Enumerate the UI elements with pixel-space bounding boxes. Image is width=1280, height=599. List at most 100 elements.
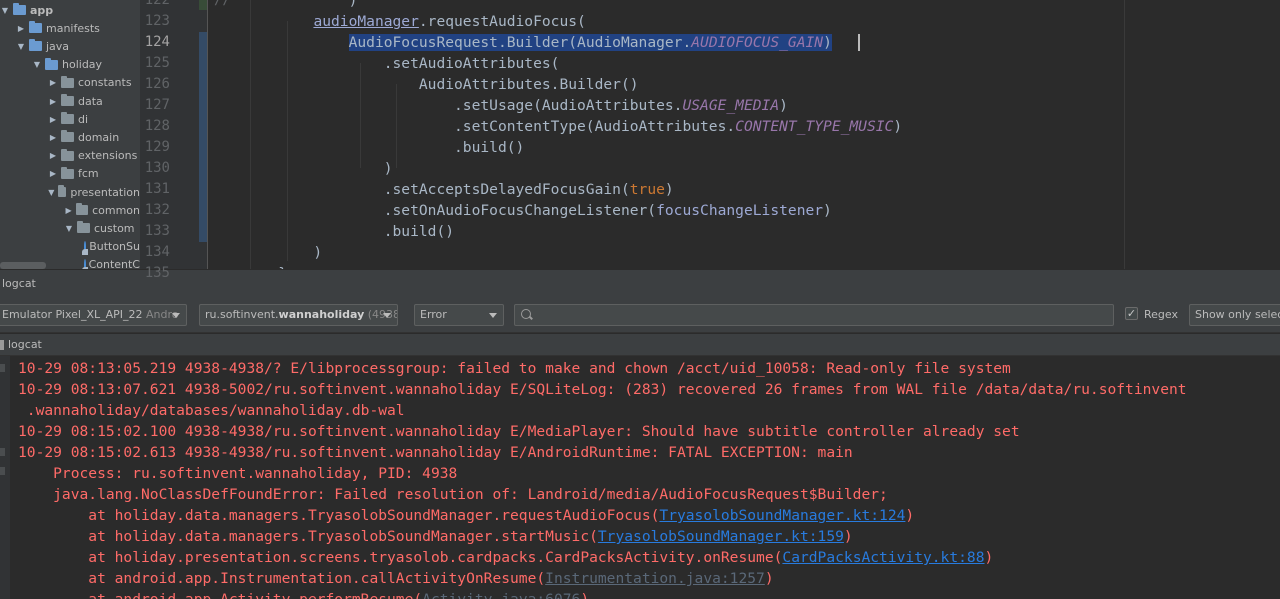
package-icon [61, 130, 74, 143]
line-number[interactable]: 135 [140, 263, 170, 284]
line-number[interactable]: 132 [140, 200, 170, 221]
chevron-right-icon[interactable]: ▶ [48, 97, 58, 106]
stacktrace-link[interactable]: TryasolobSoundManager.kt:159 [598, 528, 844, 545]
line-number[interactable]: 130 [140, 158, 170, 179]
line-number[interactable]: 123 [140, 11, 170, 32]
line-number[interactable]: 124 [140, 32, 170, 53]
tree-item-app[interactable]: ▼ app [0, 1, 140, 19]
log-line: at holiday.data.managers.TryasolobSoundM… [18, 528, 853, 545]
vcs-change-marker[interactable] [199, 0, 207, 10]
package-icon [61, 75, 74, 88]
filter-selector[interactable]: Show only selecte [1189, 304, 1280, 326]
chevron-down-icon[interactable]: ▼ [64, 224, 74, 233]
tree-item-common[interactable]: ▶ common [0, 201, 140, 219]
tab-logcat[interactable]: logcat [0, 334, 1280, 356]
folder-icon [13, 3, 26, 15]
chevron-right-icon[interactable]: ▶ [48, 133, 58, 142]
code-line-123: audioManager.requestAudioFocus( [313, 13, 586, 30]
chevron-down-icon[interactable]: ▼ [32, 60, 42, 69]
line-number[interactable]: 122 [140, 0, 170, 11]
chevron-right-icon[interactable]: ▶ [64, 206, 73, 215]
package-icon [77, 221, 90, 234]
line-number[interactable]: 125 [140, 53, 170, 74]
line-number[interactable]: 126 [140, 74, 170, 95]
stacktrace-link[interactable]: Instrumentation.java:1257 [545, 570, 765, 587]
chevron-right-icon[interactable]: ▶ [48, 151, 58, 160]
tree-item-fcm[interactable]: ▶ fcm [0, 165, 140, 183]
tree-item-buttonsu[interactable]: ButtonSu [0, 238, 140, 256]
tree-item-label: data [78, 94, 103, 108]
search-icon [521, 309, 531, 319]
line-number[interactable]: 127 [140, 95, 170, 116]
chevron-down-icon[interactable]: ▼ [0, 6, 10, 15]
code-line-130: ) [208, 160, 393, 177]
logcat-search-input[interactable] [514, 304, 1114, 326]
folder-icon [29, 21, 42, 34]
tree-item-domain[interactable]: ▶ domain [0, 128, 140, 146]
tree-item-label: fcm [78, 167, 99, 181]
package-icon [61, 166, 74, 179]
logcat-panel-title: logcat [0, 273, 1280, 295]
tree-item-label: extensions [78, 149, 138, 163]
tab-indicator [0, 340, 4, 350]
log-line: at holiday.presentation.screens.tryasolo… [18, 549, 994, 566]
code-line-126: AudioAttributes.Builder() [208, 76, 639, 93]
tree-item-label: domain [78, 130, 120, 144]
tree-item-label: custom [94, 221, 135, 235]
code-line-127: .setUsage(AudioAttributes.USAGE_MEDIA) [208, 97, 788, 114]
tree-item-constants[interactable]: ▶ constants [0, 74, 140, 92]
log-level-selector[interactable]: Error [414, 304, 504, 326]
logcat-output[interactable]: 10-29 08:13:05.219 4938-4938/? E/libproc… [10, 356, 1280, 599]
chevron-right-icon[interactable]: ▶ [48, 169, 58, 178]
chevron-right-icon[interactable]: ▶ [48, 78, 58, 87]
code-text: ) [348, 0, 358, 9]
regex-checkbox[interactable]: ✓ [1125, 307, 1138, 320]
chevron-down-icon [172, 313, 180, 318]
stacktrace-link[interactable]: Activity.java:6076 [422, 591, 580, 599]
tree-item-di[interactable]: ▶ di [0, 110, 140, 128]
tree-item-label: presentation [70, 185, 140, 199]
tree-item-extensions[interactable]: ▶ extensions [0, 147, 140, 165]
chevron-down-icon [489, 313, 497, 318]
log-line: at android.app.Instrumentation.callActiv… [18, 570, 774, 587]
chevron-down-icon [383, 313, 391, 318]
tree-item-label: manifests [46, 21, 100, 35]
process-selector[interactable]: ru.softinvent.wannaholiday (4938) [199, 304, 398, 326]
tree-item-java[interactable]: ▼ java [0, 37, 140, 55]
package-icon [61, 94, 74, 106]
tree-item-label: constants [78, 76, 132, 90]
log-gutter [0, 356, 10, 599]
line-number[interactable]: 129 [140, 137, 170, 158]
log-line: java.lang.NoClassDefFoundError: Failed r… [18, 486, 888, 503]
code-line-134: ) [208, 244, 323, 261]
tree-item-holiday[interactable]: ▼ holiday [0, 56, 140, 74]
code-editor[interactable]: ) audioManager.requestAudioFocus( AudioF… [208, 0, 1280, 270]
chevron-down-icon[interactable]: ▼ [48, 188, 55, 197]
device-selector[interactable]: Emulator Pixel_XL_API_22 Andro [0, 304, 187, 326]
chevron-down-icon[interactable]: ▼ [16, 42, 26, 51]
horizontal-scrollbar[interactable] [0, 262, 46, 269]
right-margin-guide [1124, 0, 1125, 270]
code-line-124: AudioFocusRequest.Builder(AudioManager.A… [348, 34, 832, 51]
stacktrace-link[interactable]: TryasolobSoundManager.kt:124 [659, 507, 905, 524]
stacktrace-link[interactable]: CardPacksActivity.kt:88 [782, 549, 984, 566]
chevron-right-icon[interactable]: ▶ [16, 24, 26, 33]
chevron-right-icon[interactable]: ▶ [48, 115, 58, 124]
process-name: wannaholiday [278, 308, 365, 321]
tree-item-manifests[interactable]: ▶ manifests [0, 19, 140, 37]
tree-item-data[interactable]: ▶ data [0, 92, 140, 110]
line-number[interactable]: 133 [140, 221, 170, 242]
line-number[interactable]: 131 [140, 179, 170, 200]
line-number[interactable]: 134 [140, 242, 170, 263]
line-number[interactable]: 128 [140, 116, 170, 137]
device-name: Emulator Pixel_XL_API_22 [2, 308, 143, 321]
tree-item-custom[interactable]: ▼ custom [0, 219, 140, 237]
vcs-change-marker-modified[interactable] [199, 32, 207, 242]
tree-item-label: app [30, 3, 54, 17]
tree-item-presentation[interactable]: ▼ presentation [0, 183, 140, 201]
code-line-132: .setOnAudioFocusChangeListener(focusChan… [208, 202, 832, 219]
log-line: 10-29 08:13:05.219 4938-4938/? E/libproc… [18, 360, 1011, 377]
folder-icon [29, 39, 42, 52]
log-line: 10-29 08:13:07.621 4938-5002/ru.softinve… [18, 381, 1187, 398]
tree-item-label: java [46, 39, 70, 53]
